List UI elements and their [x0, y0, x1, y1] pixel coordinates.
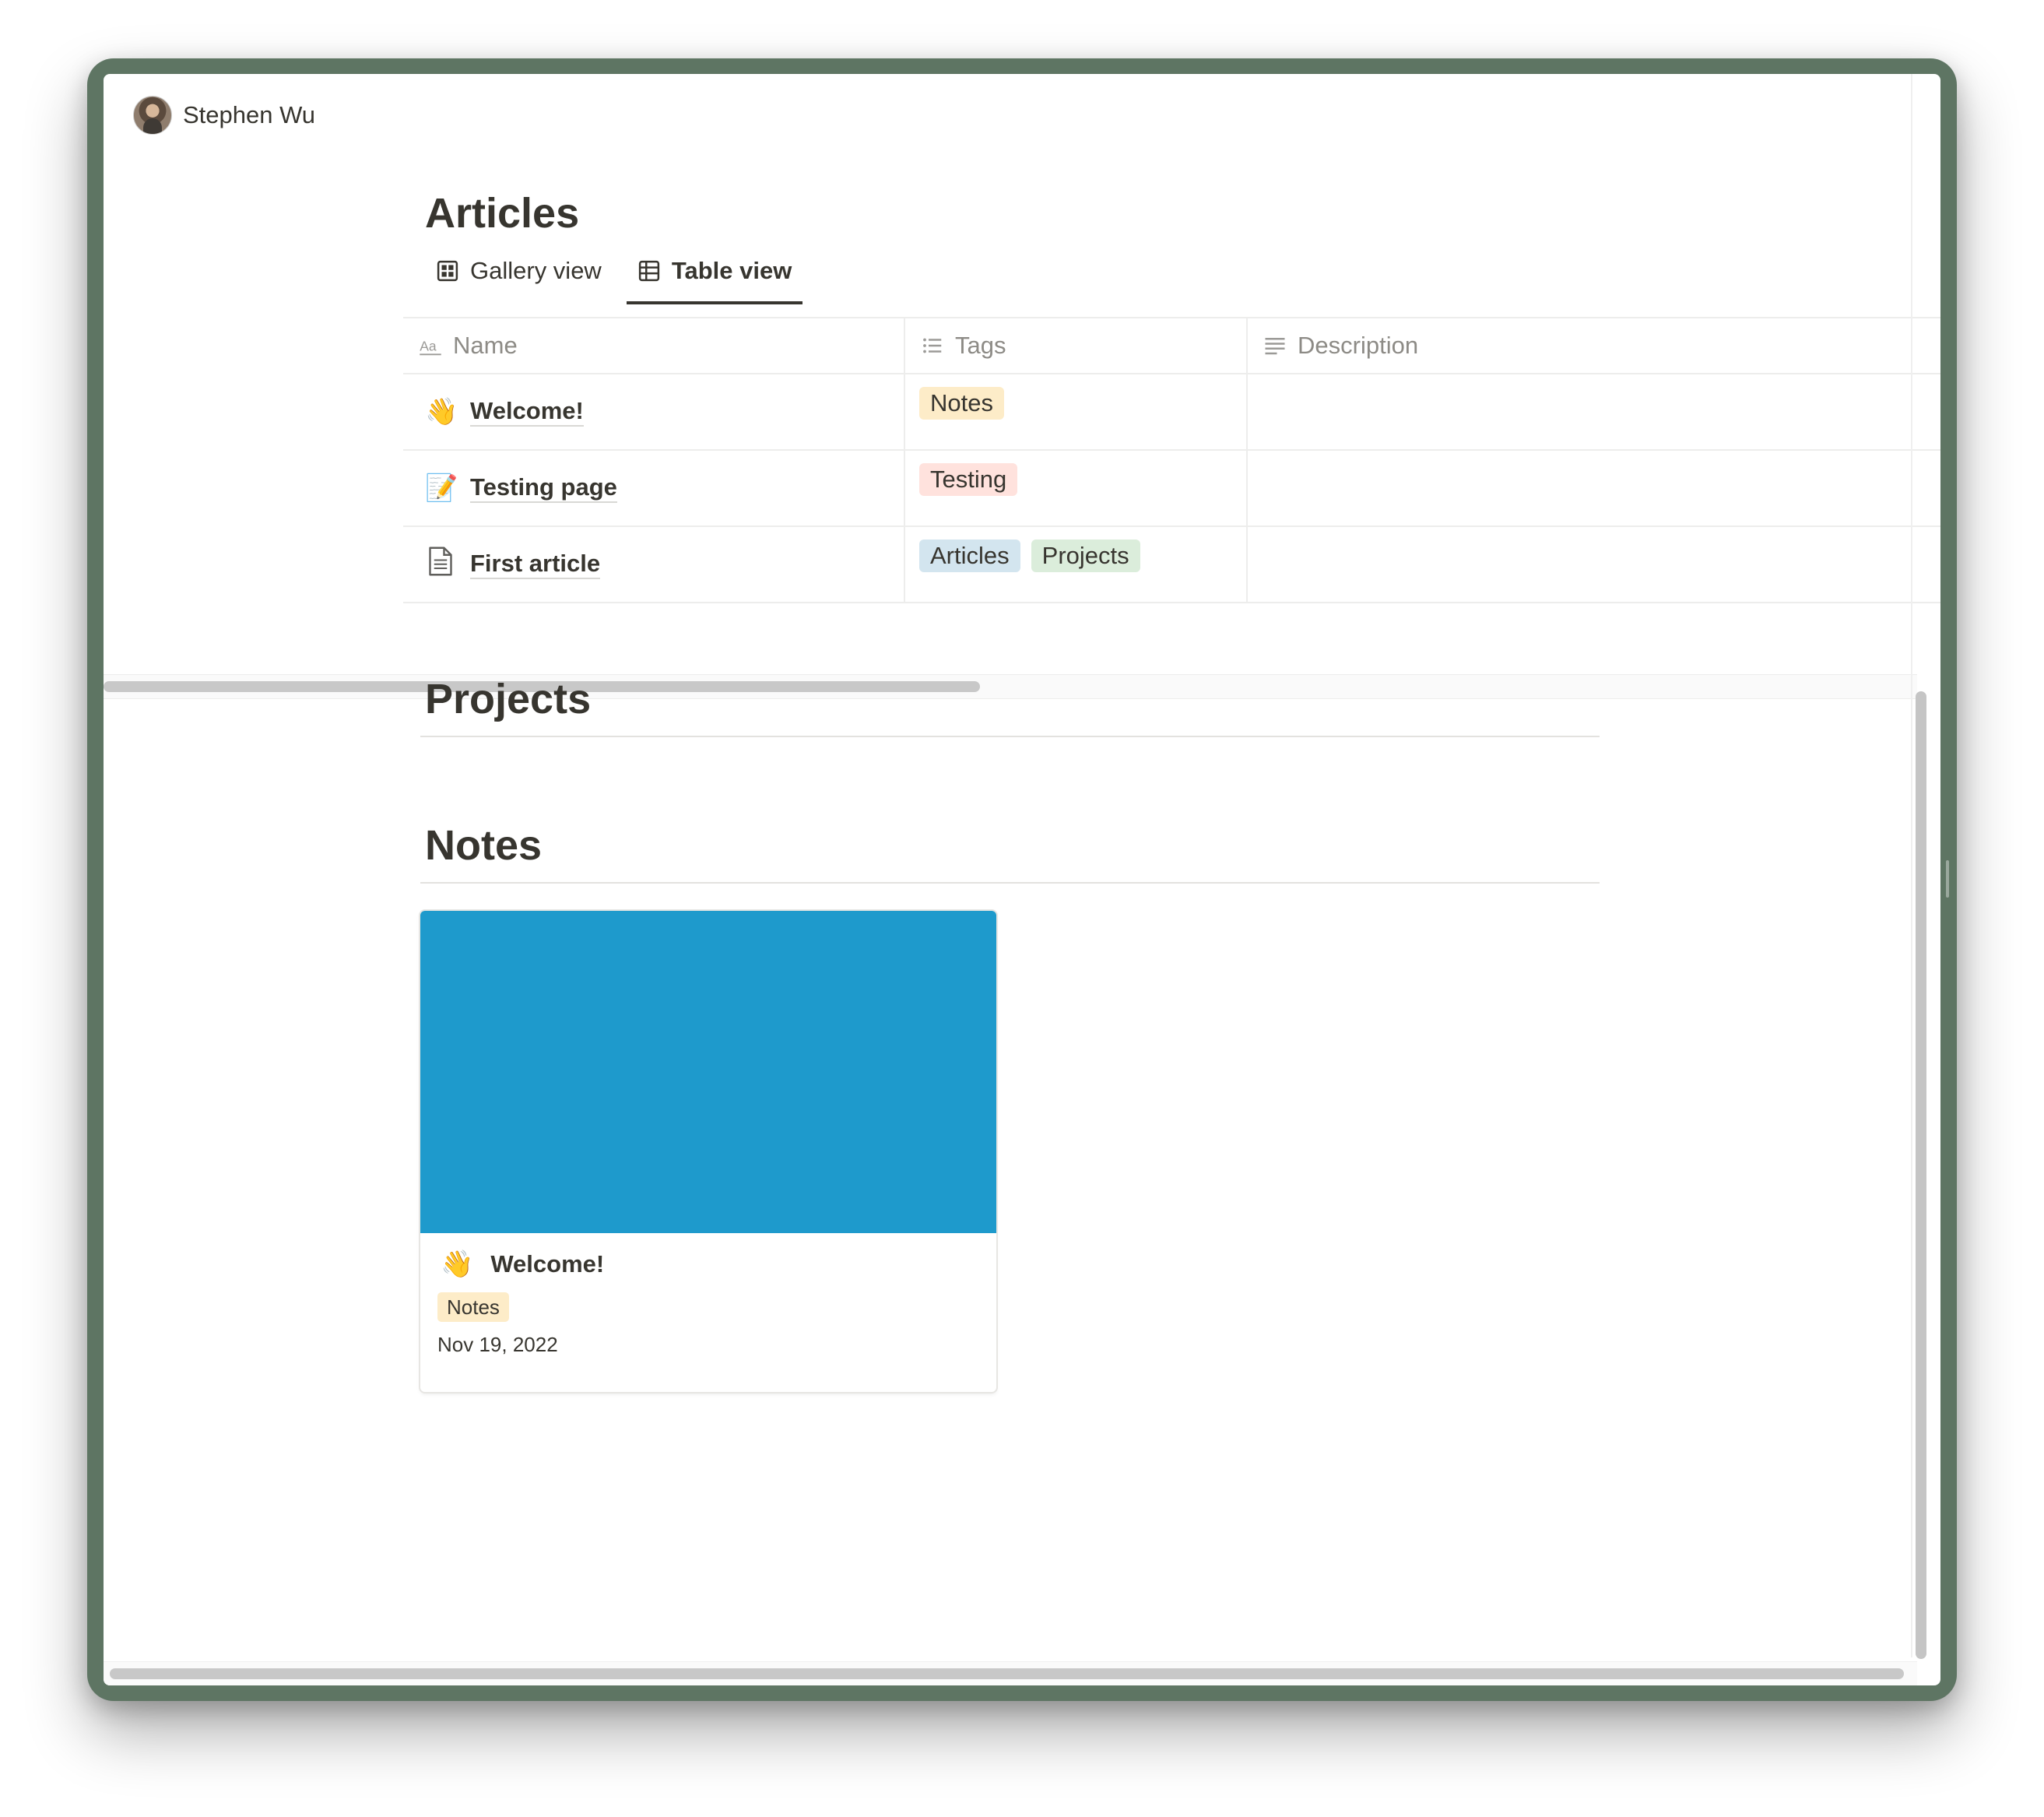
tags-cell[interactable]: Articles Projects: [905, 527, 1248, 602]
divider: [420, 736, 1600, 737]
table-row[interactable]: 📝 Testing page Testing: [403, 449, 1940, 525]
tab-table-view[interactable]: Table view: [626, 255, 803, 304]
gallery-card[interactable]: 👋 Welcome! Notes Nov 19, 2022: [420, 911, 996, 1392]
document-icon: [425, 546, 456, 584]
tab-gallery-view[interactable]: Gallery view: [425, 255, 613, 301]
tag-testing: Testing: [919, 463, 1018, 496]
waving-hand-icon: 👋: [441, 1249, 474, 1279]
row-title[interactable]: Welcome!: [470, 397, 584, 427]
card-date: Nov 19, 2022: [437, 1333, 558, 1356]
user-profile[interactable]: Stephen Wu: [133, 96, 315, 135]
resize-handle[interactable]: [1946, 860, 1949, 898]
table-header-row: Aa Name Tags Description: [403, 317, 1940, 373]
notes-title: Notes: [425, 822, 543, 869]
tag-notes: Notes: [919, 387, 1004, 420]
divider: [420, 882, 1600, 884]
description-cell[interactable]: [1248, 527, 1940, 602]
scrollbar-thumb[interactable]: [110, 1668, 1904, 1679]
table-icon: [638, 260, 659, 282]
vertical-scroll-track: [1911, 74, 1912, 1657]
description-cell[interactable]: [1248, 374, 1940, 449]
column-header-name[interactable]: Aa Name: [403, 318, 905, 373]
vertical-scrollbar-thumb[interactable]: [1916, 691, 1926, 1659]
list-property-icon: [923, 338, 942, 353]
tag-projects: Projects: [1031, 539, 1140, 572]
card-body: 👋 Welcome! Notes Nov 19, 2022: [420, 1233, 996, 1372]
column-label: Name: [453, 332, 518, 359]
tag-articles: Articles: [919, 539, 1020, 572]
projects-title: Projects: [425, 676, 592, 722]
column-header-description[interactable]: Description: [1248, 318, 1940, 373]
view-tabs: Gallery view Table view: [425, 255, 803, 304]
page-horizontal-scroll-track[interactable]: [104, 1661, 1917, 1685]
column-label: Tags: [955, 332, 1006, 359]
name-cell[interactable]: 📝 Testing page: [403, 451, 905, 525]
tags-cell[interactable]: Notes: [905, 374, 1248, 449]
tab-label: Gallery view: [470, 257, 602, 284]
card-tag-notes: Notes: [437, 1292, 509, 1322]
avatar[interactable]: [133, 96, 172, 135]
card-title: Welcome!: [490, 1250, 605, 1278]
table-row[interactable]: 👋 Welcome! Notes: [403, 373, 1940, 449]
row-title[interactable]: Testing page: [470, 473, 617, 504]
text-property-icon: Aa: [420, 338, 441, 356]
column-header-tags[interactable]: Tags: [905, 318, 1248, 373]
gallery-icon: [437, 260, 458, 282]
table-horizontal-scrollbar[interactable]: [104, 674, 1917, 699]
app-window: Stephen Wu Articles Gallery view Table v…: [104, 74, 1940, 1685]
memo-icon: 📝: [425, 473, 458, 503]
tab-label: Table view: [671, 257, 792, 284]
table-row[interactable]: First article Articles Projects: [403, 525, 1940, 603]
articles-table: Aa Name Tags Description 👋 Welcome! Note…: [403, 317, 1940, 603]
row-title[interactable]: First article: [470, 550, 601, 580]
card-cover: [420, 911, 996, 1233]
tags-cell[interactable]: Testing: [905, 451, 1248, 525]
text-lines-icon: [1265, 338, 1285, 355]
articles-title: Articles: [425, 190, 580, 237]
column-label: Description: [1298, 332, 1419, 359]
description-cell[interactable]: [1248, 451, 1940, 525]
svg-text:Aa: Aa: [420, 338, 437, 353]
name-cell[interactable]: 👋 Welcome!: [403, 374, 905, 449]
name-cell[interactable]: First article: [403, 527, 905, 602]
card-title-row: 👋 Welcome!: [437, 1249, 979, 1280]
waving-hand-icon: 👋: [425, 397, 458, 427]
user-name: Stephen Wu: [183, 101, 316, 128]
